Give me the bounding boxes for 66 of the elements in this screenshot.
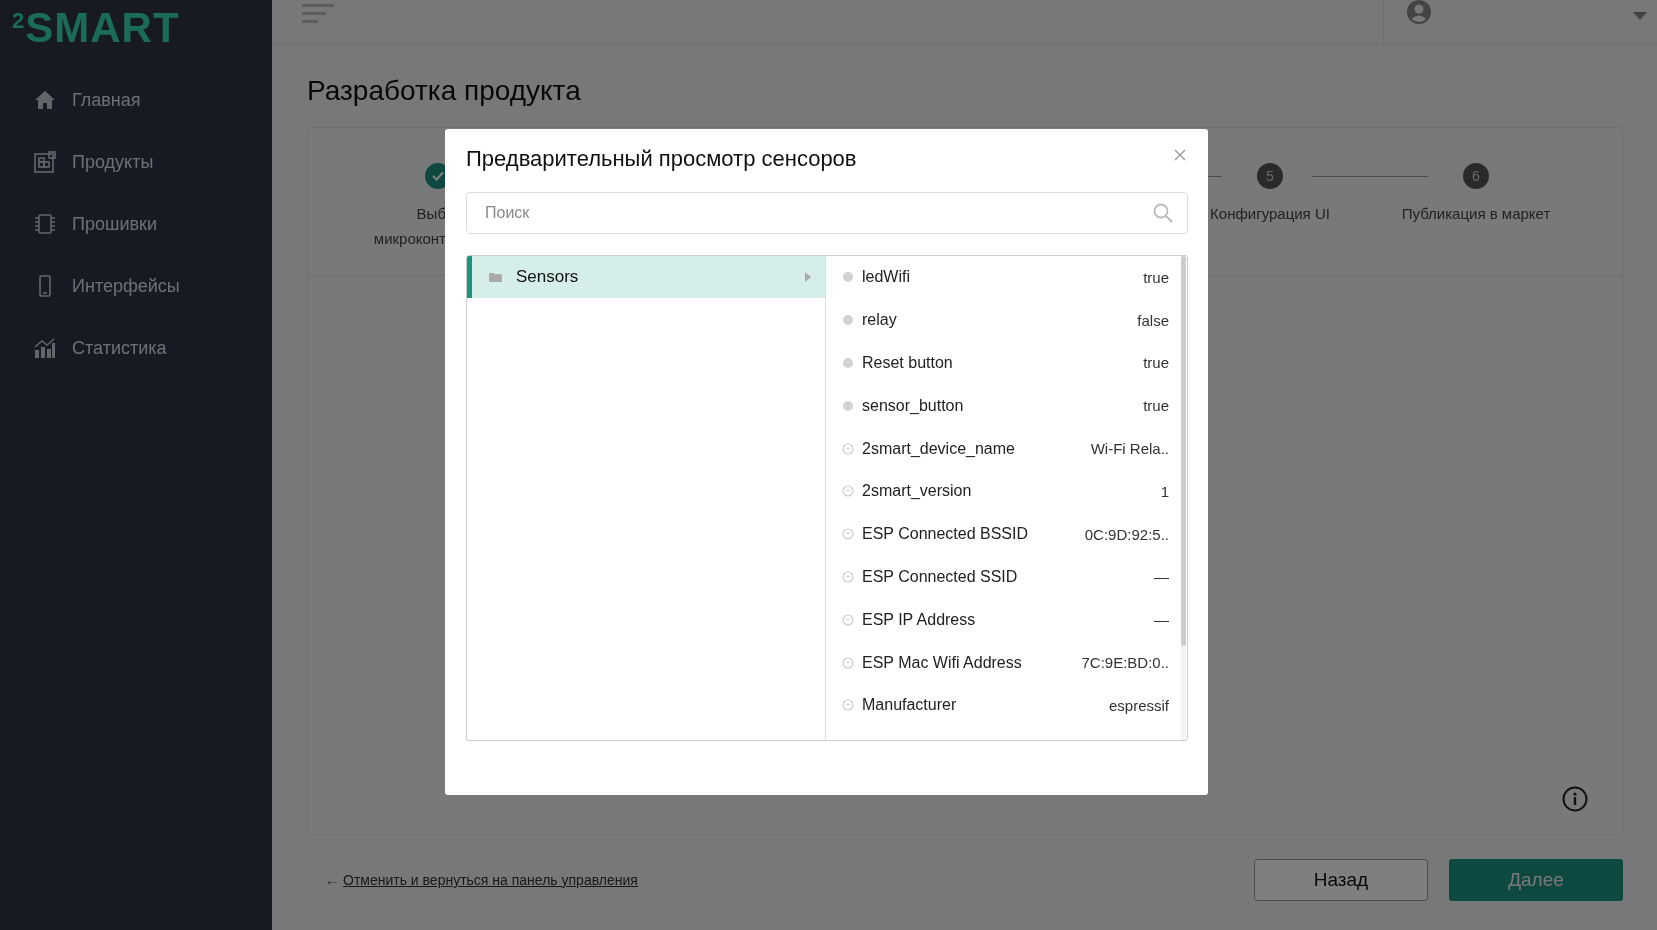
sensor-value: false: [1137, 311, 1169, 329]
sensor-value: true: [1143, 354, 1169, 372]
info-icon[interactable]: [1562, 786, 1588, 812]
user-icon[interactable]: [1407, 0, 1431, 24]
nav-item[interactable]: Главная: [34, 86, 272, 114]
step-label: микроконт: [373, 229, 446, 249]
caret-icon: [805, 272, 811, 282]
sensor-name: ESP IP Address: [862, 610, 977, 629]
step-label: Конфигурация UI: [1210, 204, 1330, 224]
back-button[interactable]: Назад: [1254, 859, 1428, 901]
gauge-icon: [842, 570, 854, 583]
next-button[interactable]: Далее: [1449, 859, 1623, 901]
sensor-name: Manufacturer: [862, 696, 958, 715]
step-circle: 6: [1463, 163, 1489, 189]
dot-icon: [842, 271, 854, 284]
modal-title: Предварительный просмотр сенсоров: [466, 146, 857, 172]
sensor-name: ledWifi: [862, 268, 911, 287]
dot-icon: [842, 399, 854, 412]
sensor-value: true: [1143, 268, 1169, 286]
step-label: Выб: [416, 204, 446, 224]
gauge-icon: [842, 528, 854, 541]
sensor-name: 2smart_version: [862, 482, 973, 501]
search-field[interactable]: Поиск: [466, 192, 1188, 234]
sensor-name: relay: [862, 311, 898, 330]
sensor-value: 7C:9E:BD:0..: [1081, 654, 1169, 672]
search-icon: [1153, 203, 1173, 223]
step-circle: 5: [1257, 163, 1283, 189]
gauge-icon: [842, 485, 854, 498]
sensor-value: 0C:9D:92:5..: [1084, 525, 1169, 543]
chip-icon: [34, 213, 56, 235]
folder-icon: [489, 272, 502, 282]
sensor-value: true: [1143, 397, 1169, 415]
close-icon[interactable]: [1174, 149, 1186, 161]
sensor-value: —: [1154, 568, 1169, 586]
home-icon: [34, 89, 56, 111]
sensor-name: ESP Mac Wifi Address: [862, 653, 1023, 672]
gauge-icon: [842, 442, 854, 455]
nav-item[interactable]: Прошивки: [34, 210, 272, 238]
sensor-value: Wi-Fi Rela..: [1090, 440, 1169, 458]
page-title: Разработка продукта: [307, 74, 581, 108]
check-icon: [432, 171, 444, 181]
nav-item[interactable]: Интерфейсы: [34, 272, 272, 300]
gauge-icon: [842, 613, 854, 626]
gauge-icon: [842, 656, 854, 669]
menu-icon[interactable]: [302, 4, 334, 24]
dot-icon: [842, 314, 854, 327]
sensor-value: espressif: [1108, 696, 1169, 714]
nav-item[interactable]: Статистика: [34, 334, 272, 362]
group-item[interactable]: Sensors: [467, 256, 825, 298]
sensor-value: —: [1154, 611, 1169, 629]
caret-icon[interactable]: [1633, 12, 1647, 20]
grid-icon: [34, 151, 56, 173]
gauge-icon: [842, 699, 854, 712]
logo: $^{2}$SMART: [11, 3, 180, 42]
nav-item[interactable]: Продукты: [34, 148, 272, 176]
bar-chart-icon: [34, 337, 56, 359]
scrollbar[interactable]: [1181, 256, 1186, 740]
sensor-name: ESP Connected BSSID: [862, 525, 1030, 544]
sensor-name: Reset button: [862, 354, 954, 372]
sensor-value: 1: [1160, 482, 1169, 500]
sensor-name: ESP Connected SSID: [862, 567, 1019, 586]
step-label: Публикация в маркет: [1401, 204, 1551, 224]
sensor-name: 2smart_device_name: [862, 439, 1016, 458]
cancel-link[interactable]: ← Отменить и вернуться на панель управления: [325, 872, 638, 888]
dot-icon: [842, 357, 854, 369]
sensor-name: sensor_button: [862, 396, 965, 415]
